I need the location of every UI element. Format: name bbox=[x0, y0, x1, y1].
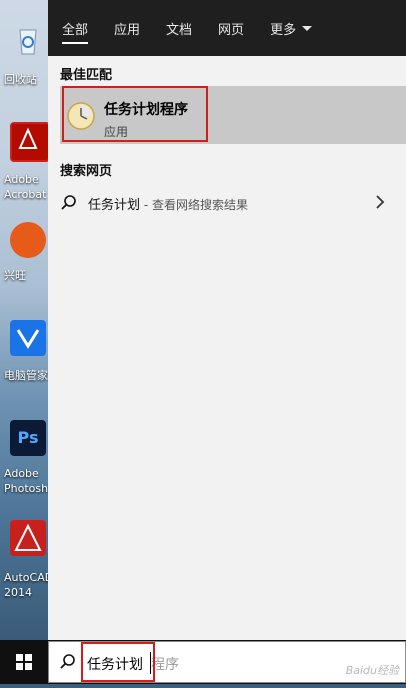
search-results-panel: 全部 应用 文档 网页 更多 最佳匹配 任务计划程序 应用 搜索网页 任务计划 … bbox=[48, 0, 406, 640]
desktop-icon-label: Adobe Photoshop bbox=[4, 467, 48, 495]
tab-label: 全部 bbox=[62, 22, 89, 38]
start-button[interactable] bbox=[0, 640, 48, 684]
watermark: Baidu经验 bbox=[345, 664, 399, 677]
tab-web[interactable]: 网页 bbox=[218, 0, 244, 56]
chevron-right-icon bbox=[374, 194, 386, 210]
pc-manager-icon bbox=[10, 320, 46, 356]
recycle-bin-icon bbox=[10, 22, 46, 58]
tab-all[interactable]: 全部 bbox=[62, 0, 89, 56]
search-autocomplete: 程序 bbox=[151, 657, 179, 673]
desktop-icon-label: 回收站 bbox=[4, 73, 37, 86]
best-match-heading: 最佳匹配 bbox=[60, 68, 113, 83]
photoshop-icon: Ps bbox=[10, 420, 46, 456]
web-search-query: 任务计划 bbox=[88, 198, 141, 213]
tab-label: 更多 bbox=[270, 22, 297, 38]
tab-label: 文档 bbox=[166, 22, 193, 38]
autocad-icon bbox=[10, 520, 46, 556]
tab-more[interactable]: 更多 bbox=[270, 0, 313, 56]
search-icon bbox=[60, 194, 78, 212]
taskbar: 任务计划 程序 Baidu经验 bbox=[0, 640, 406, 684]
web-search-heading: 搜索网页 bbox=[60, 164, 113, 179]
acrobat-icon bbox=[10, 122, 48, 162]
taskbar-search-box[interactable]: 任务计划 程序 Baidu经验 bbox=[48, 641, 406, 683]
web-search-hint: - 查看网络搜索结果 bbox=[140, 198, 248, 212]
windows-logo-icon bbox=[16, 654, 32, 670]
best-match-name: 任务计划程序 bbox=[104, 102, 188, 118]
search-icon bbox=[59, 653, 77, 671]
desktop-icon-label: Adobe Acrobat bbox=[4, 173, 47, 201]
filter-tab-bar: 全部 应用 文档 网页 更多 bbox=[48, 0, 406, 56]
tab-label: 应用 bbox=[114, 22, 141, 38]
tab-label: 网页 bbox=[218, 22, 245, 38]
chevron-down-icon bbox=[302, 25, 313, 31]
search-typed-text: 任务计划 bbox=[87, 657, 143, 673]
desktop-icon-label: 电脑管家 bbox=[4, 369, 48, 382]
desktop-icon-label: AutoCAD 2014 bbox=[4, 571, 48, 599]
task-scheduler-icon bbox=[66, 101, 96, 131]
web-search-text: 任务计划 - 查看网络搜索结果 bbox=[88, 194, 248, 213]
tab-apps[interactable]: 应用 bbox=[114, 0, 140, 56]
web-search-result[interactable]: 任务计划 - 查看网络搜索结果 bbox=[48, 186, 406, 220]
best-match-type: 应用 bbox=[104, 125, 129, 139]
desktop-icon-label: 兴旺 bbox=[4, 269, 26, 282]
app-icon bbox=[10, 222, 46, 258]
desktop-background: 回收站 Adobe Acrobat 兴旺 电脑管家 Ps Adobe Photo… bbox=[0, 0, 48, 640]
tab-documents[interactable]: 文档 bbox=[166, 0, 192, 56]
